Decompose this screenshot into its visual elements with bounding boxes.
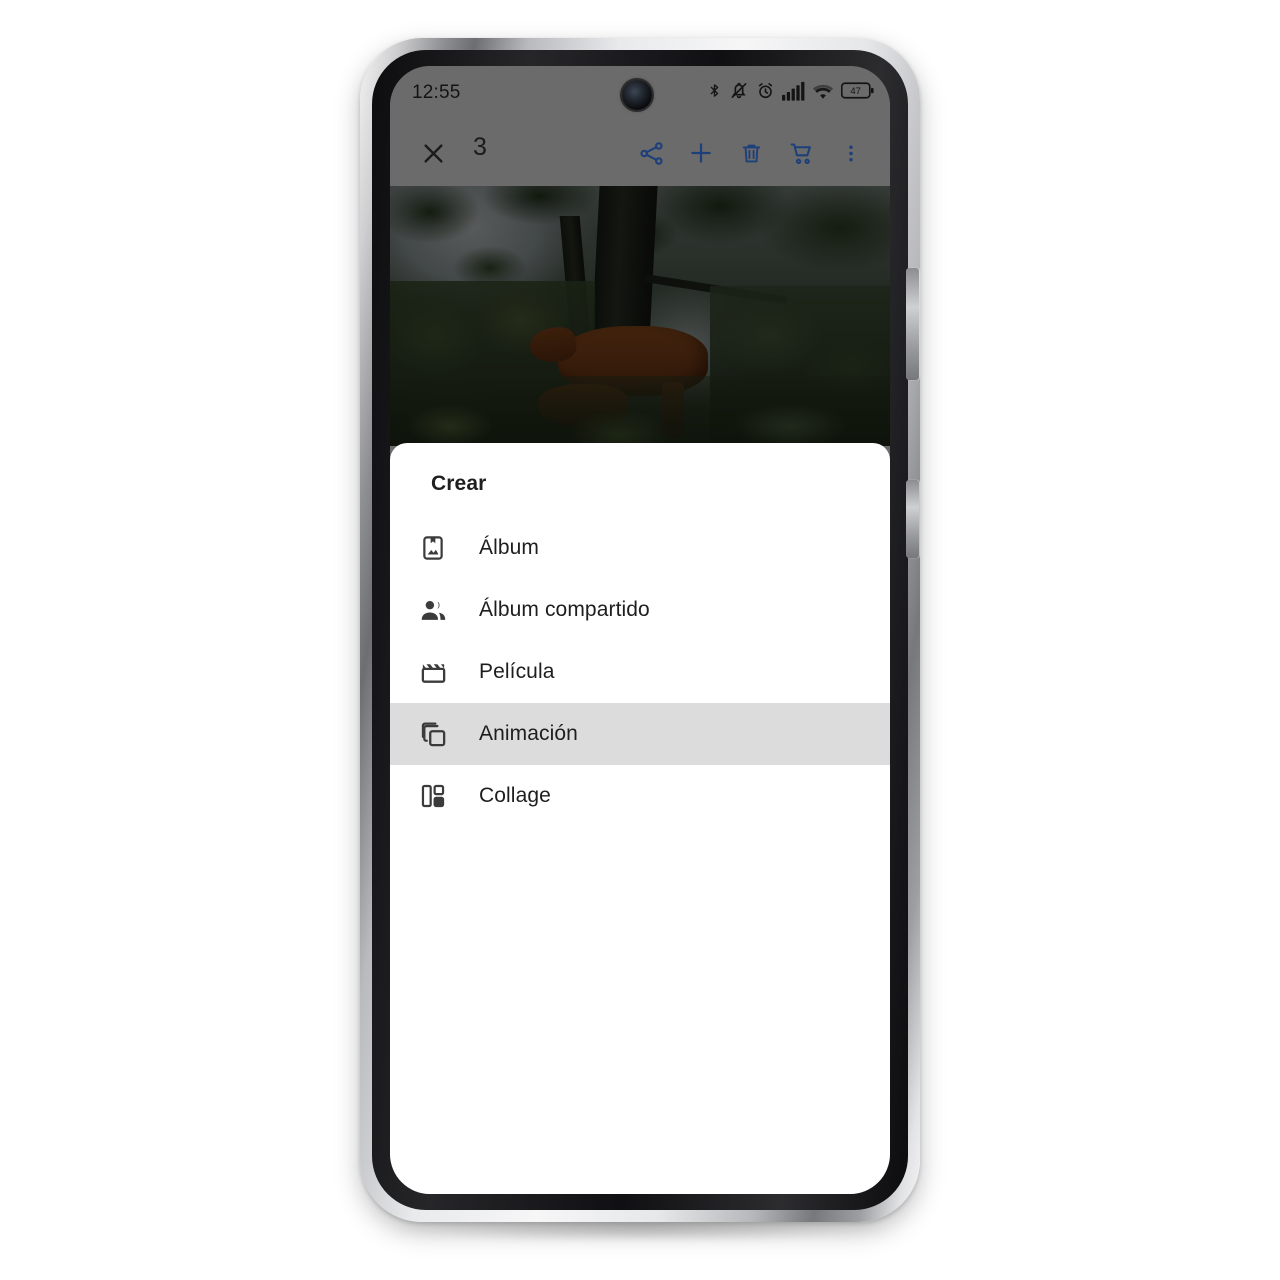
menu-item-collage[interactable]: Collage	[390, 765, 890, 827]
create-menu: Álbum Álbum compartido Película Animació…	[390, 517, 890, 827]
close-selection-button[interactable]	[414, 134, 452, 172]
signal-bars-icon	[782, 81, 805, 101]
status-bar-clock: 12:55	[412, 82, 461, 103]
phone-screen: 12:55 47 3 Crear Álbum Álbum compartido …	[390, 66, 890, 1194]
album-icon	[416, 531, 450, 565]
people-icon	[416, 593, 450, 627]
photo-dim-overlay	[390, 186, 890, 446]
battery-icon: 47	[841, 81, 874, 100]
shopping-cart-icon	[790, 142, 811, 164]
toolbar-actions	[626, 133, 876, 173]
share-button[interactable]	[626, 133, 676, 173]
movie-clapper-icon	[416, 655, 450, 689]
menu-item-shared-album[interactable]: Álbum compartido	[390, 579, 890, 641]
battery-level-text: 47	[850, 86, 861, 97]
front-camera-punch-hole	[622, 80, 652, 110]
selected-photo[interactable]	[390, 186, 890, 446]
overflow-button[interactable]	[826, 133, 876, 173]
bluetooth-icon	[707, 80, 722, 101]
screenshot-root: 12:55 47 3 Crear Álbum Álbum compartido …	[0, 0, 1280, 1280]
sheet-title: Crear	[431, 472, 487, 495]
share-icon	[639, 141, 663, 165]
plus-icon	[691, 143, 711, 163]
menu-item-label: Animación	[479, 722, 578, 745]
selection-toolbar: 3	[390, 120, 890, 186]
selection-count: 3	[473, 133, 487, 161]
menu-item-album[interactable]: Álbum	[390, 517, 890, 579]
create-bottom-sheet: Crear Álbum Álbum compartido Película An…	[390, 443, 890, 1194]
close-icon	[423, 143, 443, 163]
mute-bell-icon	[729, 80, 749, 101]
volume-button[interactable]	[906, 480, 919, 558]
power-button[interactable]	[906, 268, 919, 380]
trash-icon	[742, 144, 760, 162]
add-button[interactable]	[676, 133, 726, 173]
menu-item-label: Collage	[479, 784, 551, 807]
delete-button[interactable]	[726, 133, 776, 173]
menu-item-animation[interactable]: Animación	[390, 703, 890, 765]
menu-item-movie[interactable]: Película	[390, 641, 890, 703]
cart-button[interactable]	[776, 133, 826, 173]
layers-icon	[416, 717, 450, 751]
wifi-icon	[812, 81, 834, 101]
menu-item-label: Álbum compartido	[479, 598, 650, 621]
menu-item-label: Álbum	[479, 536, 540, 559]
status-bar-icons: 47	[707, 80, 874, 101]
menu-item-label: Película	[479, 660, 555, 683]
more-vertical-icon	[849, 145, 853, 161]
alarm-clock-icon	[756, 81, 775, 101]
collage-icon	[416, 779, 450, 813]
